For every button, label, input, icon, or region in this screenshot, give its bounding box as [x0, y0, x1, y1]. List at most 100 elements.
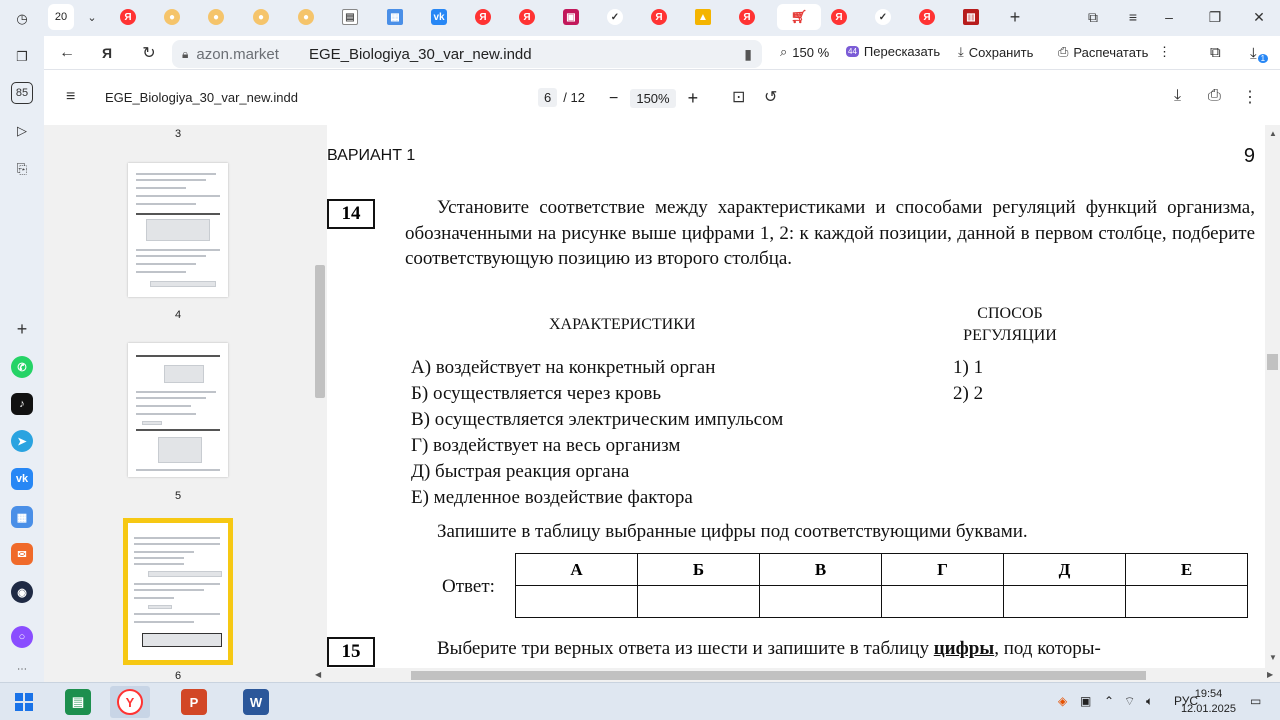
tab-yandex-4[interactable]: Я — [645, 4, 673, 30]
alice-icon[interactable]: ○ — [11, 626, 33, 648]
zoom-level[interactable]: 150% — [630, 89, 676, 108]
document-scrollbar[interactable]: ▲ ▼ — [1265, 125, 1280, 670]
zoom-in-icon[interactable]: + — [688, 88, 699, 109]
collections-icon[interactable]: ❐ — [9, 44, 35, 70]
pdf-more-icon[interactable]: ⋮ — [1242, 87, 1258, 107]
thumbnail-scrollbar-thumb[interactable] — [315, 265, 325, 398]
hamburger-menu-icon[interactable]: ≡ — [66, 88, 75, 106]
tab-archive[interactable]: ▥ — [957, 4, 985, 30]
document-scrollbar-thumb[interactable] — [1267, 354, 1278, 370]
history-icon[interactable]: ◷ — [9, 6, 35, 32]
tray-network-app-icon[interactable]: ▣ — [1080, 694, 1091, 708]
yandex-home-icon[interactable]: Я — [94, 40, 120, 66]
tab-site-2[interactable]: ● — [202, 4, 230, 30]
retell-button[interactable]: 44 Пересказать — [846, 44, 940, 59]
site-icon: ● — [208, 9, 224, 25]
scroll-down-icon[interactable]: ▼ — [1269, 653, 1277, 662]
omnibox[interactable]: 🔒︎ azon.market EGE_Biologiya_30_var_new.… — [172, 40, 762, 68]
page-number: 9 — [1243, 145, 1255, 167]
more-tools-icon[interactable]: ⋮ — [1158, 44, 1171, 60]
mail-icon[interactable]: ✉ — [11, 543, 33, 565]
tray-chevron-icon[interactable]: ⌃ — [1104, 694, 1114, 708]
close-icon[interactable]: ✕ — [1246, 6, 1272, 28]
start-button[interactable] — [4, 686, 44, 718]
taskbar-powerpoint[interactable]: P — [174, 686, 214, 718]
option-item: 2) 2 — [953, 383, 984, 404]
gosuslugi-icon[interactable]: ▦ — [11, 506, 33, 528]
clock[interactable]: 19:54 12.01.2025 — [1181, 687, 1236, 717]
telegram-icon[interactable]: ➤ — [11, 430, 33, 452]
restore-icon[interactable]: ❐ — [1202, 6, 1228, 28]
tab-image[interactable]: ▲ — [689, 4, 717, 30]
tab-yandex[interactable]: Я — [114, 4, 142, 30]
tab-site-1[interactable]: ● — [158, 4, 186, 30]
taskbar-word[interactable]: W — [236, 686, 276, 718]
thumbnail-page-6-selected[interactable] — [123, 518, 233, 665]
tab-bag[interactable]: ▣ — [557, 4, 585, 30]
new-tab-button[interactable]: + — [1001, 4, 1029, 30]
scroll-up-icon[interactable]: ▲ — [1269, 129, 1277, 138]
play-icon[interactable]: ▷ — [9, 118, 35, 144]
tabs-dropdown-icon[interactable]: ⌄ — [78, 4, 106, 30]
page-current-input[interactable]: 6 — [538, 88, 558, 107]
tab-yandex-7[interactable]: Я — [913, 4, 941, 30]
thumbnail-page-5[interactable] — [128, 343, 228, 477]
taskbar-excel[interactable]: ▤ — [58, 686, 98, 718]
horizontal-scrollbar-thumb[interactable] — [411, 671, 1146, 680]
volume-icon[interactable]: 🔈︎ — [1146, 694, 1153, 709]
question-number-box: 14 — [327, 199, 375, 229]
whatsapp-icon[interactable]: ✆ — [11, 356, 33, 378]
tab-yandex-2[interactable]: Я — [469, 4, 497, 30]
tab-vk[interactable]: vk — [425, 4, 453, 30]
add-panel-icon[interactable]: + — [9, 316, 35, 342]
scroll-left-icon[interactable]: ◀ — [315, 670, 321, 679]
yandex-icon: Я — [739, 9, 755, 25]
tab-check[interactable]: ✓ — [601, 4, 629, 30]
tab-manager-icon[interactable]: ⧉ — [1080, 6, 1106, 28]
rotate-icon[interactable]: ↺ — [764, 87, 777, 107]
tab-counter[interactable]: 20 — [48, 4, 74, 30]
scroll-right-icon[interactable]: ▶ — [1267, 670, 1273, 679]
tab-site-4[interactable]: ● — [292, 4, 320, 30]
horizontal-scrollbar[interactable]: ◀ ▶ — [311, 668, 1280, 682]
screenshot-icon[interactable]: ⎘ — [9, 156, 35, 182]
pdf-print-icon[interactable]: ⎙ — [1208, 87, 1221, 105]
page-total: / 12 — [563, 90, 585, 105]
tray-app-icon[interactable]: ◈ — [1058, 694, 1067, 708]
save-button[interactable]: ⤓ Сохранить — [958, 44, 1033, 60]
tiktok-icon[interactable]: ♪ — [11, 393, 33, 415]
tab-gosuslugi[interactable]: ▦ — [381, 4, 409, 30]
zoom-indicator[interactable]: ⌕ 150 % — [780, 44, 829, 60]
tab-yandex-6[interactable]: Я — [825, 4, 853, 30]
reload-icon[interactable]: ↻ — [136, 40, 162, 66]
minimize-icon[interactable]: – — [1156, 6, 1182, 28]
answer-letter: Г — [881, 553, 1004, 586]
back-icon[interactable]: ← — [54, 40, 80, 66]
wifi-icon[interactable]: ⌔ — [1124, 694, 1135, 709]
taskbar-yandex-browser[interactable]: Y — [110, 686, 150, 718]
downloads-icon[interactable]: ⤓ 1 — [1250, 44, 1269, 63]
fit-page-icon[interactable]: ⊡ — [732, 87, 745, 107]
more-icon[interactable]: ⋯ — [9, 656, 35, 682]
tab-check-2[interactable]: ✓ — [869, 4, 897, 30]
tab-market-active[interactable]: 🛒︎ — [777, 4, 821, 30]
collections-toolbar-icon[interactable]: ⧉ — [1210, 44, 1221, 61]
page-selector[interactable]: 6 / 12 — [538, 88, 585, 107]
thumbnail-page-4[interactable] — [128, 163, 228, 297]
answer-letter: В — [759, 553, 882, 586]
vk-icon[interactable]: vk — [11, 468, 33, 490]
print-button[interactable]: ⎙ Распечатать — [1058, 44, 1148, 60]
tab-yandex-5[interactable]: Я — [733, 4, 761, 30]
notifications-icon[interactable]: ▭ — [1250, 694, 1261, 708]
rail-counter-badge[interactable]: 85 — [11, 82, 33, 104]
thumbnail-scrollbar[interactable] — [312, 125, 327, 682]
windows-icon — [15, 693, 33, 711]
zoom-out-icon[interactable]: − — [609, 90, 618, 108]
tab-site-3[interactable]: ● — [247, 4, 275, 30]
tab-yandex-3[interactable]: Я — [513, 4, 541, 30]
browser-menu-icon[interactable]: ≡ — [1120, 6, 1146, 28]
music-icon[interactable]: ◉ — [11, 581, 33, 603]
bookmark-icon[interactable]: ▮ — [744, 46, 752, 63]
tab-doc[interactable]: ▤ — [336, 4, 364, 30]
pdf-download-icon[interactable]: ⤓ — [1174, 87, 1181, 105]
